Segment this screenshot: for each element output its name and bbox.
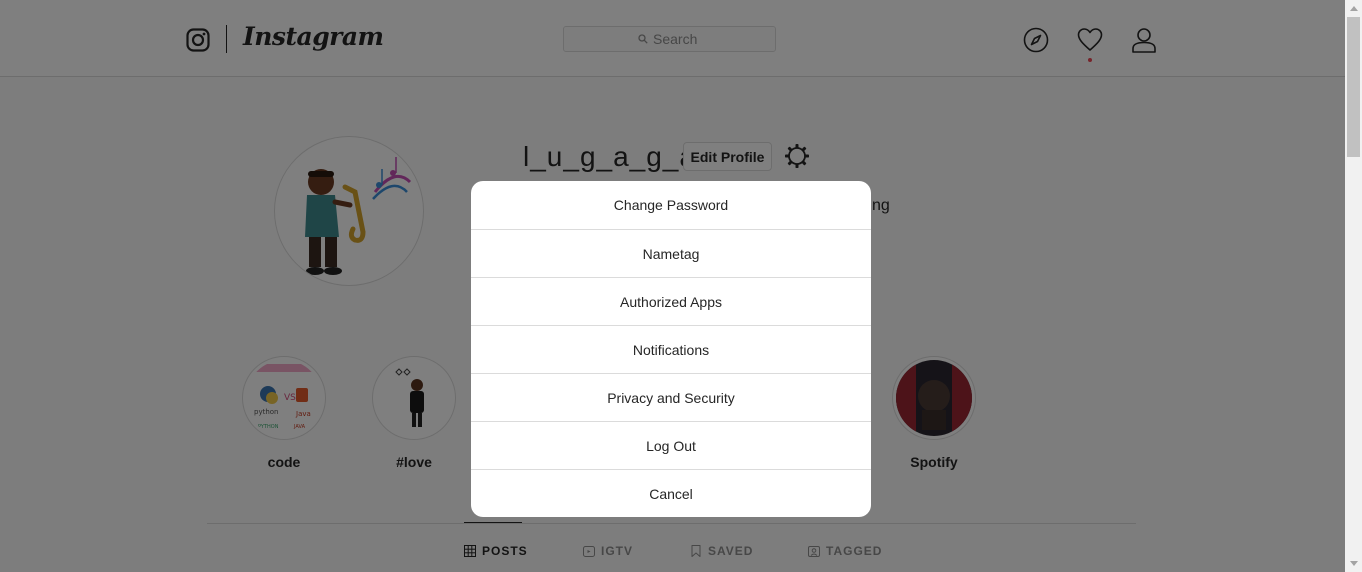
settings-modal: Change Password Nametag Authorized Apps …: [471, 181, 871, 517]
cancel-button[interactable]: Cancel: [471, 469, 871, 517]
profile-page: Instagram: [0, 0, 1345, 572]
change-password-button[interactable]: Change Password: [471, 181, 871, 229]
scroll-up-arrow-icon[interactable]: [1345, 0, 1362, 17]
scrollbar-thumb[interactable]: [1347, 17, 1360, 157]
authorized-apps-button[interactable]: Authorized Apps: [471, 277, 871, 325]
scroll-down-arrow-icon[interactable]: [1345, 555, 1362, 572]
notifications-button[interactable]: Notifications: [471, 325, 871, 373]
nametag-button[interactable]: Nametag: [471, 229, 871, 277]
log-out-button[interactable]: Log Out: [471, 421, 871, 469]
privacy-security-button[interactable]: Privacy and Security: [471, 373, 871, 421]
